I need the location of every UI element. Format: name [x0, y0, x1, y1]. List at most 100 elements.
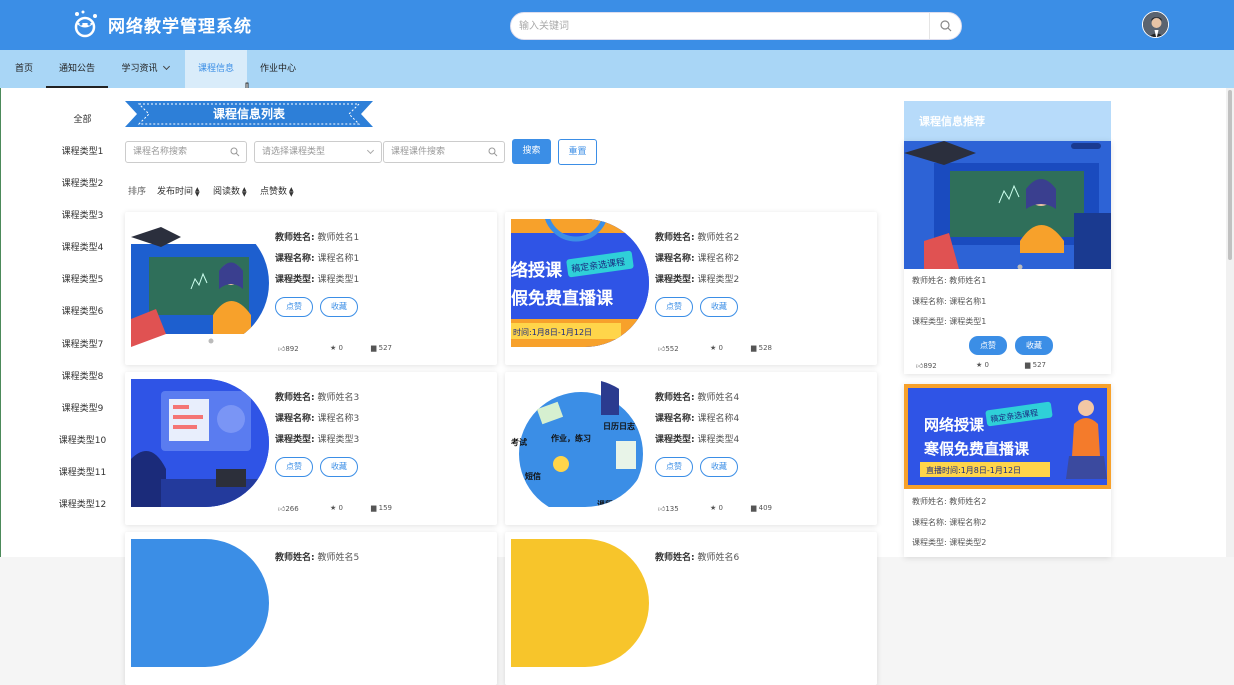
category-item[interactable]: 课程类型9 — [50, 401, 115, 414]
nav-news-label: 学习资讯 — [121, 64, 158, 74]
like-button[interactable]: 点赞 — [275, 457, 313, 477]
star-count-value: 0 — [718, 344, 723, 352]
like-count: 👍︎266 — [278, 504, 299, 513]
teacher-name: 教师姓名2 — [949, 497, 987, 506]
favorite-button[interactable]: 收藏 — [700, 457, 738, 477]
category-item[interactable]: 课程类型6 — [50, 304, 115, 317]
teacher-name-row: 教师姓名: 教师姓名1 — [275, 230, 359, 243]
category-item[interactable]: 课程类型7 — [50, 337, 115, 350]
teacher-label: 教师姓名: — [912, 497, 947, 506]
sort-by-likes[interactable]: 点赞数 ▲ ▼ — [260, 184, 294, 197]
category-item[interactable]: 课程类型10 — [50, 433, 115, 446]
tool-label-2: 作业，练习 — [551, 433, 591, 443]
tool-label-5: 课程日 — [597, 499, 621, 507]
sort-arrows-icon: ▲ ▼ — [289, 185, 294, 198]
course-name-search-field[interactable]: 课程名称搜索 — [125, 141, 247, 163]
view-count: ▆ 409 — [751, 504, 772, 512]
course-card[interactable]: 教师姓名: 教师姓名1 课程名称: 课程名称1 课程类型: 课程类型1 点赞 收… — [125, 212, 497, 365]
category-item[interactable]: 课程类型2 — [50, 176, 115, 189]
book-icon: ▆ — [371, 344, 379, 352]
category-item[interactable]: 课程类型3 — [50, 208, 115, 221]
window-edge — [0, 88, 1, 557]
course-name-row: 课程名称: 课程名称2 — [655, 251, 739, 264]
reset-button[interactable]: 重置 — [558, 139, 597, 165]
course-type-row: 课程类型: 课程类型2 — [912, 537, 986, 548]
star-count-value: 0 — [718, 504, 723, 512]
tool-label-1: 日历日志 — [603, 421, 635, 431]
category-item[interactable]: 课程类型5 — [50, 272, 115, 285]
course-card[interactable]: 教师姓名: 教师姓名6 — [505, 532, 877, 685]
category-item[interactable]: 课程类型4 — [50, 240, 115, 253]
category-item[interactable]: 课程类型1 — [50, 144, 115, 157]
like-button[interactable]: 点赞 — [275, 297, 313, 317]
teacher-name: 教师姓名2 — [697, 233, 740, 243]
course-card[interactable]: 教师姓名: 教师姓名5 — [125, 532, 497, 685]
nav-course-info[interactable]: 课程信息 — [185, 50, 247, 88]
nav-home[interactable]: 首页 — [6, 50, 42, 88]
course-type-row: 课程类型: 课程类型1 — [275, 272, 359, 285]
type-label: 课程类型: — [275, 275, 315, 285]
course-thumbnail: 日历日志 作业，练习 考试 短信 课程日 — [511, 379, 649, 507]
recommend-card[interactable]: 稿定亲选课程 网络授课 寒假免费直播课 直播时间:1月8日-1月12日 教师姓名… — [904, 384, 1111, 557]
promo-line-2: 寒假免费直播课 — [924, 440, 1030, 458]
teacher-name: 教师姓名4 — [697, 393, 740, 403]
like-button[interactable]: 点赞 — [655, 457, 693, 477]
search-button[interactable] — [929, 13, 961, 39]
search-button[interactable]: 搜索 — [512, 139, 551, 164]
scrollbar-thumb[interactable] — [1228, 90, 1232, 260]
course-name-row: 课程名称: 课程名称1 — [912, 296, 986, 307]
like-button[interactable]: 点赞 — [969, 336, 1007, 355]
like-count: 👍︎892 — [278, 344, 299, 353]
star-count-value: 0 — [338, 504, 343, 512]
favorite-button[interactable]: 收藏 — [320, 457, 358, 477]
recommend-card[interactable]: 教师姓名: 教师姓名1 课程名称: 课程名称1 课程类型: 课程类型1 点赞 收… — [904, 141, 1111, 374]
type-label: 课程类型: — [275, 435, 315, 445]
book-icon: ▆ — [751, 344, 759, 352]
course-thumbnail — [131, 379, 269, 507]
view-count-value: 527 — [1032, 361, 1046, 369]
like-button[interactable]: 点赞 — [655, 297, 693, 317]
course-type: 课程类型1 — [949, 317, 987, 326]
course-card[interactable]: 教师姓名: 教师姓名3 课程名称: 课程名称3 课程类型: 课程类型3 点赞 收… — [125, 372, 497, 525]
favorite-button[interactable]: 收藏 — [700, 297, 738, 317]
nav-homework[interactable]: 作业中心 — [250, 50, 306, 88]
course-file-search-field[interactable]: 课程课件搜索 — [383, 141, 505, 163]
category-item[interactable]: 课程类型11 — [50, 465, 115, 478]
nav-notice[interactable]: 通知公告 — [46, 50, 108, 88]
user-avatar[interactable] — [1142, 11, 1169, 38]
recommend-header: 课程信息推荐 — [904, 101, 1111, 141]
course-type-select[interactable]: 请选择课程类型 — [254, 141, 382, 163]
view-count: ▆ 159 — [371, 504, 392, 512]
course-card[interactable]: 稿定亲选课程 络授课 假免费直播课 时间:1月8日-1月12日 教师姓名: 教师… — [505, 212, 877, 365]
sort-by-time[interactable]: 发布时间 ▲ ▼ — [157, 184, 200, 197]
course-type-placeholder: 请选择课程类型 — [262, 147, 326, 157]
promo-time: 直播时间:1月8日-1月12日 — [926, 465, 1021, 475]
tool-label-3: 考试 — [511, 437, 527, 447]
course-card[interactable]: 日历日志 作业，练习 考试 短信 课程日 教师姓名: 教师姓名4 课程名称: 课… — [505, 372, 877, 525]
category-item[interactable]: 课程类型8 — [50, 369, 115, 382]
sort-by-views[interactable]: 阅读数 ▲ ▼ — [213, 184, 247, 197]
star-icon: ★ — [330, 504, 339, 512]
star-count: ★ 0 — [330, 344, 343, 352]
course-type: 课程类型2 — [949, 538, 987, 547]
global-search — [510, 12, 962, 40]
course-type-row: 课程类型: 课程类型1 — [912, 316, 986, 327]
avatar-image — [1143, 12, 1168, 37]
favorite-button[interactable]: 收藏 — [1015, 336, 1053, 355]
nav-news[interactable]: 学习资讯 — [112, 50, 178, 88]
category-item[interactable]: 课程类型12 — [50, 497, 115, 510]
course-type: 课程类型3 — [317, 435, 360, 445]
search-input[interactable] — [519, 18, 919, 35]
top-header: 网络教学管理系统 — [0, 0, 1234, 50]
category-all[interactable]: 全部 — [50, 112, 115, 125]
course-name: 课程名称4 — [697, 414, 740, 424]
teacher-label: 教师姓名: — [655, 553, 695, 563]
teacher-label: 教师姓名: — [275, 393, 315, 403]
recommend-thumbnail: 稿定亲选课程 网络授课 寒假免费直播课 直播时间:1月8日-1月12日 — [904, 384, 1111, 489]
favorite-button[interactable]: 收藏 — [320, 297, 358, 317]
logo-icon — [74, 10, 97, 38]
book-icon: ▆ — [751, 504, 759, 512]
star-count-value: 0 — [338, 344, 343, 352]
course-thumbnail: 稿定亲选课程 络授课 假免费直播课 时间:1月8日-1月12日 — [511, 219, 649, 347]
course-label: 课程名称: — [912, 518, 947, 527]
